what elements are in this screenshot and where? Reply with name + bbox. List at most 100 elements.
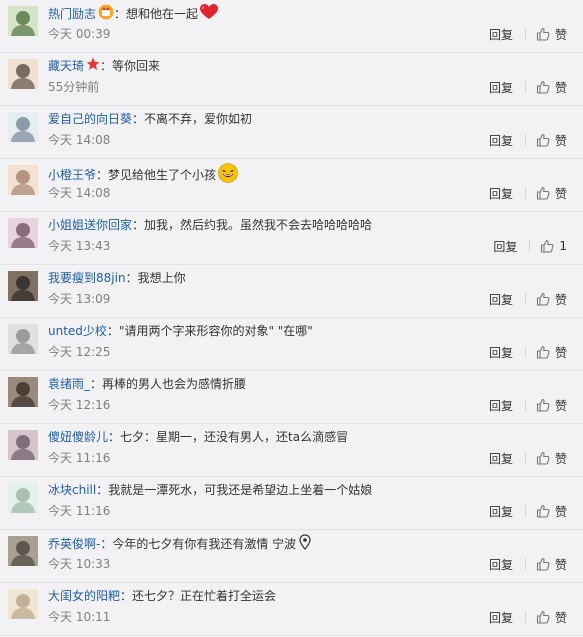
- comment-row: 我要瘦到88jin：我想上你 今天 13:09 回复 赞: [0, 265, 583, 318]
- comment-text: 还七夕？正在忙着打全运会: [132, 589, 277, 603]
- comment-actions: 回复 赞: [489, 290, 567, 308]
- heart-icon: [200, 4, 219, 25]
- username-link[interactable]: 袁绪雨_: [48, 377, 90, 391]
- comment-actions: 回复 赞: [489, 449, 567, 467]
- comment-row: 小姐姐送你回家：加我，然后约我。虽然我不会去哈哈哈哈哈 今天 13:43 回复 1: [0, 212, 583, 265]
- like-button[interactable]: 赞: [536, 503, 567, 520]
- comment-text: 想和他在一起: [126, 7, 199, 21]
- like-button[interactable]: 赞: [536, 397, 567, 414]
- like-button[interactable]: 赞: [536, 185, 567, 202]
- reply-button[interactable]: 回复: [489, 291, 513, 308]
- like-button[interactable]: 赞: [536, 132, 567, 149]
- reply-button[interactable]: 回复: [489, 185, 513, 202]
- reply-button[interactable]: 回复: [489, 556, 513, 573]
- reply-button[interactable]: 回复: [489, 79, 513, 96]
- separator: ：: [96, 483, 109, 497]
- comment-time: 今天 14:08: [48, 133, 111, 147]
- comment-actions: 回复 赞: [489, 555, 567, 573]
- like-button[interactable]: 赞: [536, 450, 567, 467]
- comment-actions: 回复 赞: [489, 502, 567, 520]
- username-link[interactable]: 小姐姐送你回家: [48, 218, 132, 232]
- avatar[interactable]: [8, 59, 38, 89]
- avatar[interactable]: [8, 6, 38, 36]
- comment-time: 今天 13:43: [48, 239, 111, 253]
- avatar[interactable]: [8, 377, 38, 407]
- avatar[interactable]: [8, 165, 38, 195]
- action-divider: [529, 240, 531, 252]
- like-label: 1: [559, 239, 567, 253]
- username-link[interactable]: 爱自己的向日葵: [48, 112, 132, 126]
- reply-button[interactable]: 回复: [489, 397, 513, 414]
- thumbs-up-icon: [536, 345, 555, 359]
- reply-button[interactable]: 回复: [489, 450, 513, 467]
- like-label: 赞: [554, 451, 567, 466]
- comment-row: 小橙王爷：梦见给他生了个小孩 今天 14:08 回复 赞: [0, 159, 583, 212]
- comment-actions: 回复 赞: [489, 78, 567, 96]
- separator: ：: [125, 271, 138, 285]
- like-label: 赞: [554, 292, 567, 307]
- comment-line: 我要瘦到88jin：我想上你: [48, 269, 186, 287]
- pin-icon: [298, 534, 312, 555]
- comment-actions: 回复 1: [493, 237, 567, 255]
- like-button[interactable]: 1: [540, 239, 567, 253]
- reply-button[interactable]: 回复: [489, 344, 513, 361]
- avatar[interactable]: [8, 218, 38, 248]
- username-link[interactable]: 热门励志: [48, 7, 96, 21]
- like-button[interactable]: 赞: [536, 79, 567, 96]
- username-link[interactable]: 傻妞傻龄儿: [48, 430, 108, 444]
- comment-actions: 回复 赞: [489, 608, 567, 626]
- comment-text: 加我，然后约我。虽然我不会去哈哈哈哈哈: [144, 218, 373, 232]
- like-label: 赞: [554, 186, 567, 201]
- comment-text: 不离不弃，爱你如初: [144, 112, 253, 126]
- comment-text: 今年的七夕有你有我还有激情 宁波: [112, 537, 297, 551]
- thumbs-up-icon: [540, 239, 559, 253]
- comment-text: "请用两个字来形容你的对象" "在哪": [118, 324, 313, 338]
- avatar[interactable]: [8, 112, 38, 142]
- username-link[interactable]: 乔英俊啊-: [48, 537, 100, 551]
- comment-time: 今天 12:25: [48, 345, 111, 359]
- avatar[interactable]: [8, 271, 38, 301]
- comment-text: 七夕：星期一，还没有男人，还ta么滴感冒: [120, 430, 349, 444]
- comment-time: 今天 10:11: [48, 610, 111, 624]
- like-button[interactable]: 赞: [536, 556, 567, 573]
- comment-row: 袁绪雨_：再棒的男人也会为感情折腰 今天 12:16 回复 赞: [0, 371, 583, 424]
- separator: ：: [96, 168, 109, 182]
- username-link[interactable]: 大闺女的阳粑: [48, 589, 120, 603]
- reply-button[interactable]: 回复: [489, 503, 513, 520]
- comment-list: 热门励志 ：想和他在一起 今天 00:39 回复赞藏天琦 ：等你回来 55分钟前 回复赞爱自…: [0, 0, 583, 637]
- like-button[interactable]: 赞: [536, 344, 567, 361]
- comment-row: 大闺女的阳粑：还七夕？正在忙着打全运会今天 10:11 回复 赞: [0, 583, 583, 636]
- reply-button[interactable]: 回复: [489, 132, 513, 149]
- like-button[interactable]: 赞: [536, 609, 567, 626]
- avatar[interactable]: [8, 430, 38, 460]
- reply-button[interactable]: 回复: [489, 26, 513, 43]
- comment-actions: 回复 赞: [489, 343, 567, 361]
- avatar[interactable]: [8, 589, 38, 619]
- comment-line: 爱自己的向日葵：不离不弃，爱你如初: [48, 110, 252, 128]
- thumbs-up-icon: [536, 186, 555, 200]
- username-link[interactable]: 藏天琦: [48, 59, 84, 73]
- thumbs-up-icon: [536, 557, 555, 571]
- username-link[interactable]: 小橙王爷: [48, 168, 96, 182]
- username-link[interactable]: 我要瘦到88jin: [48, 271, 126, 285]
- separator: ：: [106, 324, 119, 338]
- avatar[interactable]: [8, 324, 38, 354]
- username-link[interactable]: unted少校: [48, 324, 107, 338]
- thumbs-up-icon: [536, 504, 555, 518]
- reply-button[interactable]: 回复: [489, 609, 513, 626]
- like-label: 赞: [554, 610, 567, 625]
- like-label: 赞: [554, 557, 567, 572]
- like-button[interactable]: 赞: [536, 26, 567, 43]
- reply-button[interactable]: 回复: [493, 238, 517, 255]
- comment-line: 乔英俊啊-：今年的七夕有你有我还有激情 宁波: [48, 534, 312, 552]
- separator: ：: [120, 589, 133, 603]
- action-divider: [524, 611, 526, 623]
- thumbs-up-icon: [536, 292, 555, 306]
- avatar[interactable]: [8, 483, 38, 513]
- separator: ：: [100, 537, 113, 551]
- avatar[interactable]: [8, 536, 38, 566]
- action-divider: [524, 558, 526, 570]
- action-divider: [524, 505, 526, 517]
- username-link[interactable]: 冰块chill: [48, 483, 96, 497]
- like-button[interactable]: 赞: [536, 291, 567, 308]
